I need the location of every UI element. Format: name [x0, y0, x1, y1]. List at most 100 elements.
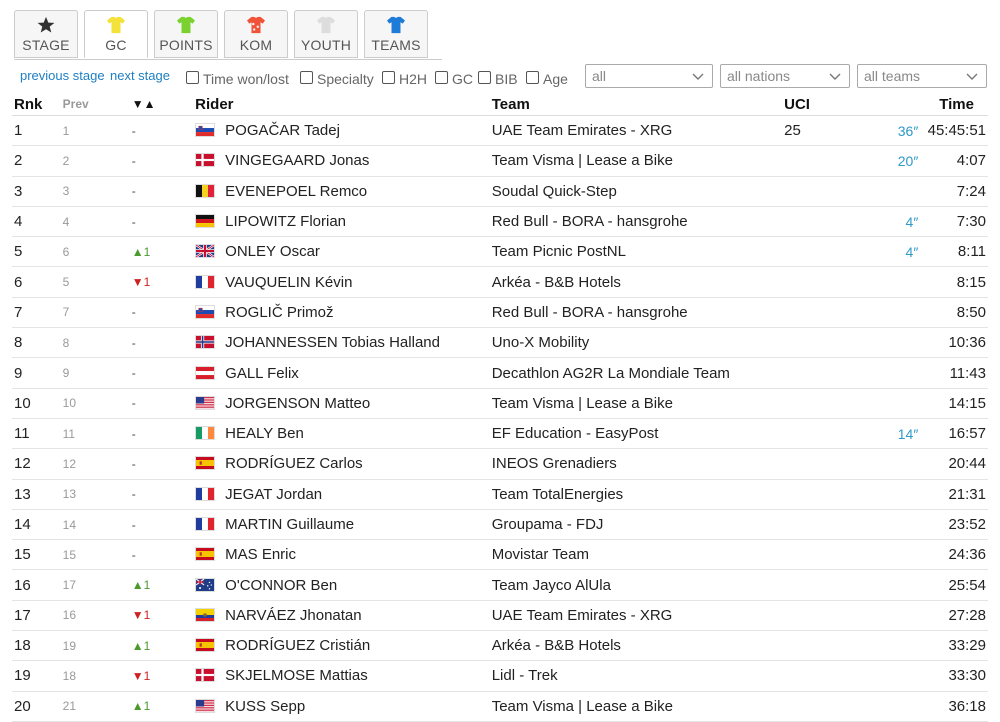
rider-name-link[interactable]: RODRÍGUEZ Cristián	[225, 637, 370, 654]
checkbox-gc[interactable]: GC	[435, 67, 473, 87]
checkbox-time-won-lost[interactable]: Time won/lost	[186, 67, 289, 87]
team-name-link[interactable]: Lidl - Trek	[492, 667, 558, 684]
rider-name-link[interactable]: ONLEY Oscar	[225, 243, 320, 260]
tab-teams[interactable]: TEAMS	[364, 10, 428, 58]
team-name-link[interactable]: INEOS Grenadiers	[492, 455, 617, 472]
rider-name-link[interactable]: MAS Enric	[225, 546, 296, 563]
team-cell: Team TotalEnergies	[491, 479, 785, 510]
tab-kom[interactable]: KOM	[224, 10, 288, 58]
rider-name-link[interactable]: ROGLIČ Primož	[225, 304, 333, 321]
checkbox-box[interactable]	[435, 70, 448, 84]
team-name-link[interactable]: Team Visma | Lease a Bike	[492, 395, 673, 412]
rider-name-link[interactable]: SKJELMOSE Mattias	[225, 667, 368, 684]
team-name-link[interactable]: Decathlon AG2R La Mondiale Team	[492, 365, 730, 382]
team-name-link[interactable]: UAE Team Emirates - XRG	[492, 122, 673, 139]
rider-cell: RODRÍGUEZ Carlos	[195, 448, 492, 480]
bonus-seconds-cell	[860, 388, 923, 419]
checkbox-box[interactable]	[186, 70, 199, 84]
checkbox-box[interactable]	[300, 70, 313, 84]
team-name-link[interactable]: EF Education - EasyPost	[492, 425, 659, 442]
flag-at-icon	[195, 365, 216, 380]
tab-stage[interactable]: STAGE	[14, 10, 78, 58]
team-name-link[interactable]: Soudal Quick-Step	[492, 183, 617, 200]
rider-name-link[interactable]: GALL Felix	[225, 365, 299, 382]
rider-name-link[interactable]: KUSS Sepp	[225, 698, 305, 715]
team-name-link[interactable]: Team Visma | Lease a Bike	[492, 152, 673, 169]
uci-points-cell	[784, 539, 861, 571]
bonus-seconds-cell	[860, 630, 923, 662]
header-team[interactable]: Team	[491, 93, 785, 116]
header-prev[interactable]: Prev	[62, 93, 132, 116]
header-time[interactable]: Time	[922, 93, 988, 116]
checkbox-specialty[interactable]: Specialty	[300, 67, 374, 87]
rider-name-link[interactable]: EVENEPOEL Remco	[225, 183, 367, 200]
header-rider[interactable]: Rider	[195, 93, 492, 116]
checkbox-age[interactable]: Age	[526, 67, 568, 87]
rider-cell: O'CONNOR Ben	[195, 569, 492, 601]
chevron-down-icon	[829, 73, 841, 80]
team-name-link[interactable]: Red Bull - BORA - hansgrohe	[492, 213, 688, 230]
rider-name-link[interactable]: RODRÍGUEZ Carlos	[225, 455, 363, 472]
rider-name-link[interactable]: O'CONNOR Ben	[225, 577, 337, 594]
team-name-link[interactable]: Red Bull - BORA - hansgrohe	[492, 304, 688, 321]
jersey-green-icon	[177, 16, 195, 34]
team-name-link[interactable]: Team Picnic PostNL	[492, 243, 626, 260]
tab-points[interactable]: POINTS	[154, 10, 218, 58]
bonus-seconds-cell	[860, 266, 923, 298]
team-name-link[interactable]: Arkéa - B&B Hotels	[492, 637, 621, 654]
rider-name-link[interactable]: VAUQUELIN Kévin	[225, 274, 352, 291]
rank-change-cell: -	[131, 206, 196, 238]
tab-youth[interactable]: YOUTH	[294, 10, 358, 58]
rider-name-link[interactable]: POGAČAR Tadej	[225, 122, 340, 139]
select-nations[interactable]: all nations	[720, 64, 850, 88]
uci-points-cell	[784, 600, 861, 632]
header-uci[interactable]: UCI	[784, 93, 861, 116]
prev-rank-cell: 11	[62, 418, 132, 450]
table-row: 8 8- JOHANNESSEN Tobias Halland Uno-X Mobil…	[12, 327, 988, 359]
next-stage-link[interactable]: next stage	[110, 68, 170, 83]
rank-cell: 18	[12, 630, 63, 662]
time-cell: 8:15	[922, 266, 988, 298]
flag-no-icon	[195, 335, 216, 350]
team-cell: Red Bull - BORA - hansgrohe	[491, 206, 785, 238]
team-name-link[interactable]: Groupama - FDJ	[492, 516, 604, 533]
rider-name-link[interactable]: JORGENSON Matteo	[225, 395, 370, 412]
checkbox-box[interactable]	[382, 70, 395, 84]
rider-name-link[interactable]: VINGEGAARD Jonas	[225, 152, 369, 169]
header-rnk[interactable]: Rnk	[12, 93, 63, 116]
bonus-seconds-cell: 36″	[860, 115, 923, 147]
rider-name-link[interactable]: MARTIN Guillaume	[225, 516, 354, 533]
rider-name-link[interactable]: HEALY Ben	[225, 425, 304, 442]
time-cell: 10:36	[922, 327, 988, 359]
rider-name-link[interactable]: JOHANNESSEN Tobias Halland	[225, 334, 440, 351]
tab-gc[interactable]: GC	[84, 10, 148, 58]
team-cell: Team Visma | Lease a Bike	[491, 145, 785, 177]
rider-name-link[interactable]: NARVÁEZ Jhonatan	[225, 607, 361, 624]
rank-cell: 5	[12, 236, 63, 268]
checkbox-box[interactable]	[526, 70, 539, 84]
team-name-link[interactable]: Team Visma | Lease a Bike	[492, 698, 673, 715]
checkbox-bib[interactable]: BIB	[478, 67, 518, 87]
team-name-link[interactable]: Team Jayco AlUla	[492, 577, 611, 594]
team-name-link[interactable]: Uno-X Mobility	[492, 334, 590, 351]
team-name-link[interactable]: Movistar Team	[492, 546, 589, 563]
rider-name-link[interactable]: LIPOWITZ Florian	[225, 213, 346, 230]
team-cell: UAE Team Emirates - XRG	[491, 600, 785, 632]
rider-name-link[interactable]: JEGAT Jordan	[225, 486, 322, 503]
header-change[interactable]: ▼▲	[131, 93, 196, 116]
time-cell: 7:24	[922, 176, 988, 207]
team-name-link[interactable]: Team TotalEnergies	[492, 486, 623, 503]
checkbox-box[interactable]	[478, 70, 491, 84]
previous-stage-link[interactable]: previous stage	[20, 68, 105, 83]
uci-points-cell: 25	[784, 115, 861, 147]
team-name-link[interactable]: UAE Team Emirates - XRG	[492, 607, 673, 624]
select-all[interactable]: all	[585, 64, 713, 88]
rank-change-cell: -	[131, 539, 196, 571]
prev-rank-cell: 9	[62, 357, 132, 389]
uci-points-cell	[784, 388, 861, 419]
tab-label: KOM	[239, 37, 273, 53]
team-name-link[interactable]: Arkéa - B&B Hotels	[492, 274, 621, 291]
table-row: 19 18 ▼1 SKJELMOSE Mattias Lidl - Trek 33:30	[12, 660, 988, 692]
checkbox-h2h[interactable]: H2H	[382, 67, 427, 87]
select-teams[interactable]: all teams	[857, 64, 987, 88]
